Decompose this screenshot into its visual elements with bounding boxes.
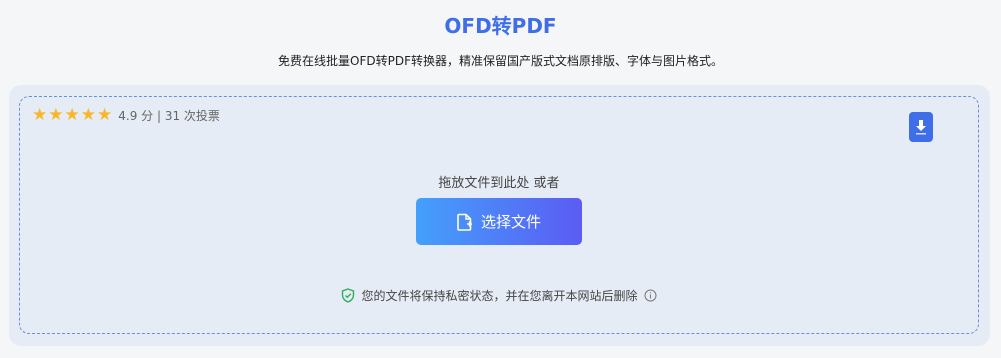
star-icon[interactable]: ★	[97, 107, 112, 124]
download-button[interactable]	[909, 112, 933, 142]
rating-stars[interactable]: ★ ★ ★ ★ ★	[32, 107, 112, 124]
file-dropzone[interactable]: ★ ★ ★ ★ ★ 4.9 分 | 31 次投票 拖放文件到此处 或者 选择文件	[19, 96, 979, 334]
rating-text: 4.9 分 | 31 次投票	[118, 109, 220, 123]
privacy-text: 您的文件将保持私密状态，并在您离开本网站后删除	[361, 289, 638, 303]
converter-panel: ★ ★ ★ ★ ★ 4.9 分 | 31 次投票 拖放文件到此处 或者 选择文件	[9, 85, 990, 346]
star-icon[interactable]: ★	[81, 107, 96, 124]
page-title: OFD转PDF	[444, 14, 557, 38]
page-subtitle: 免费在线批量OFD转PDF转换器，精准保留国产版式文档原排版、字体与图片格式。	[278, 54, 723, 68]
star-icon[interactable]: ★	[65, 107, 80, 124]
privacy-notice: 您的文件将保持私密状态，并在您离开本网站后删除	[20, 287, 978, 304]
star-icon[interactable]: ★	[48, 107, 63, 124]
choose-file-button[interactable]: 选择文件	[416, 198, 582, 245]
info-icon[interactable]	[644, 289, 657, 302]
drop-hint: 拖放文件到此处 或者	[438, 176, 560, 191]
star-icon[interactable]: ★	[32, 107, 47, 124]
shield-check-icon	[342, 288, 355, 303]
download-icon	[916, 120, 926, 135]
file-plus-icon	[457, 213, 472, 231]
rating: ★ ★ ★ ★ ★ 4.9 分 | 31 次投票	[32, 107, 220, 124]
choose-file-label: 选择文件	[480, 213, 541, 231]
